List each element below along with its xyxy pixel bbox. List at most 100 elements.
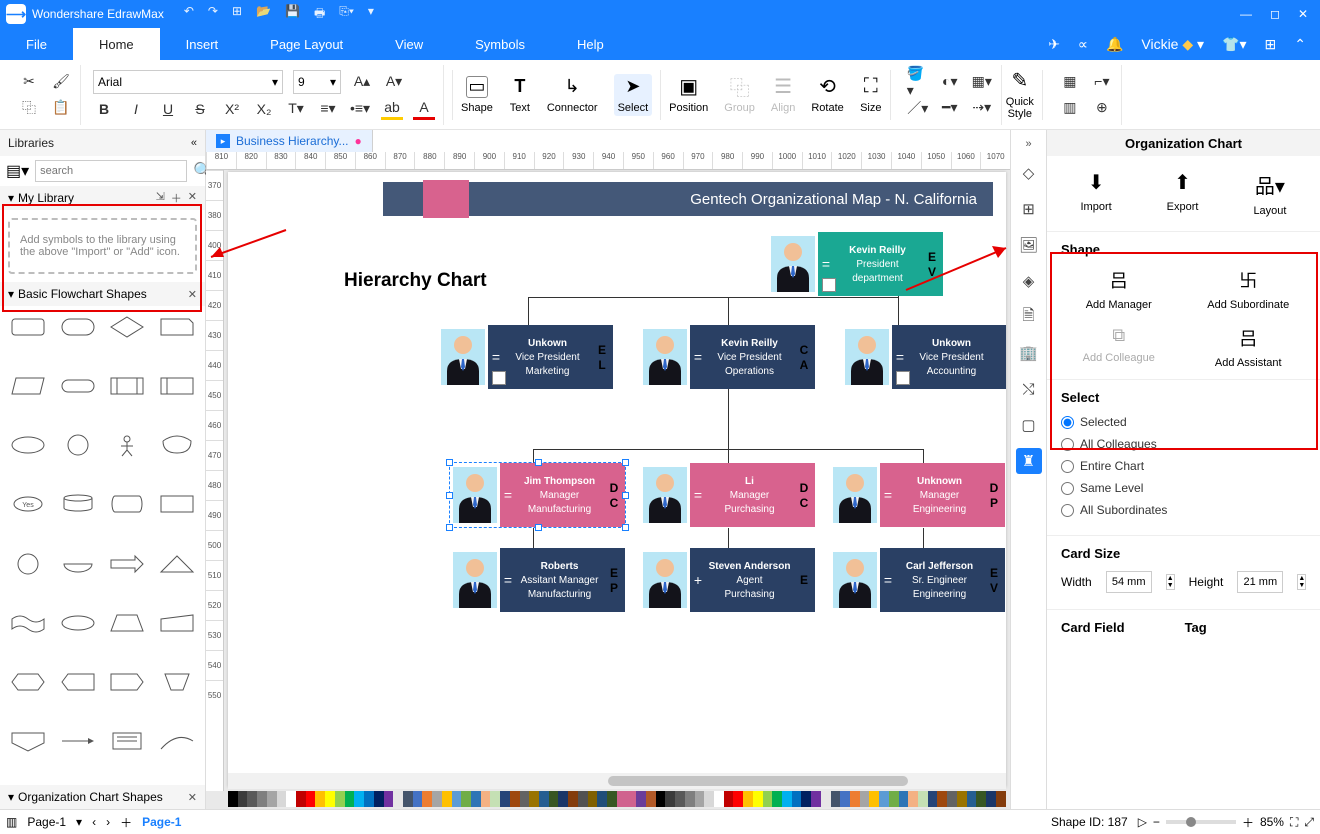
align-button[interactable]: ☰Align (771, 76, 795, 114)
basic-shapes-header[interactable]: ▾ Basic Flowchart Shapes✕ (0, 282, 205, 306)
color-swatch[interactable] (539, 791, 549, 807)
arrow-style-icon[interactable]: ⇢▾ (971, 97, 993, 119)
shape-cyl2[interactable] (106, 489, 150, 519)
line-style-icon[interactable]: ━▾ (939, 97, 961, 119)
card-sr-engineer[interactable]: = Carl JeffersonSr. EngineerEngineering … (830, 548, 1005, 612)
color-swatch[interactable] (918, 791, 928, 807)
shape-tool[interactable]: ▭Shape (461, 76, 493, 114)
tab-file[interactable]: File (0, 28, 73, 60)
shape-line[interactable] (56, 726, 100, 756)
line-icon[interactable]: ／▾ (907, 97, 929, 119)
color-swatch[interactable] (928, 791, 938, 807)
color-swatch[interactable] (753, 791, 763, 807)
tab-view[interactable]: View (369, 28, 449, 60)
color-swatch[interactable] (393, 791, 403, 807)
fullscreen-icon[interactable]: ⤢ (1304, 815, 1314, 830)
color-swatch[interactable] (384, 791, 394, 807)
save-icon[interactable]: 💾 (285, 4, 300, 25)
add-page[interactable]: ＋ (120, 814, 132, 831)
color-swatch[interactable] (636, 791, 646, 807)
color-swatch[interactable] (957, 791, 967, 807)
color-swatch[interactable] (840, 791, 850, 807)
width-input[interactable] (1106, 571, 1152, 593)
tab-insert[interactable]: Insert (160, 28, 245, 60)
shape-cyl[interactable] (56, 489, 100, 519)
collapse-ribbon-icon[interactable]: ⌃ (1294, 36, 1306, 53)
color-swatch[interactable] (947, 791, 957, 807)
superscript-icon[interactable]: X² (221, 98, 243, 120)
color-swatch[interactable] (646, 791, 656, 807)
document-tab[interactable]: ▸ Business Hierarchy... ● (206, 130, 373, 152)
paste-icon[interactable]: 📋 (50, 97, 72, 119)
apps-icon[interactable]: ⊞ (1265, 36, 1277, 53)
card-mgr-purchasing[interactable]: = LiManagerPurchasing DC (640, 463, 815, 527)
color-swatch[interactable] (597, 791, 607, 807)
color-swatch[interactable] (471, 791, 481, 807)
canvas-paper[interactable]: Gentech Organizational Map - N. Californ… (228, 172, 1006, 787)
close-lib-icon[interactable]: ✕ (188, 190, 197, 206)
page-tab[interactable]: Page-1 (142, 815, 181, 829)
color-swatch[interactable] (568, 791, 578, 807)
close-icon[interactable]: ✕ (1298, 7, 1308, 21)
color-swatch[interactable] (801, 791, 811, 807)
color-swatch[interactable] (685, 791, 695, 807)
color-swatch[interactable] (325, 791, 335, 807)
zoom-out[interactable]: − (1153, 815, 1160, 829)
color-swatch[interactable] (413, 791, 423, 807)
color-palette[interactable] (228, 791, 1006, 807)
color-swatch[interactable] (986, 791, 996, 807)
export-button[interactable]: ⬆Export (1167, 170, 1199, 217)
color-swatch[interactable] (967, 791, 977, 807)
radio-all-colleagues[interactable]: All Colleagues (1061, 437, 1306, 451)
special3-icon[interactable]: ▥ (1059, 97, 1081, 119)
my-library-header[interactable]: ▾ My Library ⇲＋✕ (0, 186, 205, 210)
quick-style-button[interactable]: ✎Quick Style (1006, 70, 1034, 120)
color-swatch[interactable] (695, 791, 705, 807)
import-lib-icon[interactable]: ⇲ (156, 190, 165, 206)
card-agent-purchasing[interactable]: + Steven AndersonAgentPurchasing E (640, 548, 815, 612)
shape-yes[interactable]: Yes (6, 489, 50, 519)
shape-hex[interactable] (6, 667, 50, 697)
spacing-icon[interactable]: ≡▾ (317, 98, 339, 120)
lib-search-input[interactable] (35, 160, 187, 182)
zoom-slider[interactable] (1166, 820, 1236, 824)
card-mgr-engineering[interactable]: = UnknownManagerEngineering DP (830, 463, 1005, 527)
radio-entire-chart[interactable]: Entire Chart (1061, 459, 1306, 473)
lib-menu-icon[interactable]: ▤▾ (6, 161, 29, 181)
radio-all-subordinates[interactable]: All Subordinates (1061, 503, 1306, 517)
rail-building-icon[interactable]: 🏢 (1016, 340, 1042, 366)
shape-pill[interactable] (56, 371, 100, 401)
rotate-button[interactable]: ⟲Rotate (811, 76, 843, 114)
group-button[interactable]: ⿻Group (724, 76, 755, 114)
size-button[interactable]: ⛶Size (860, 76, 882, 114)
org-shapes-header[interactable]: ▾ Organization Chart Shapes✕ (0, 785, 205, 809)
rail-orgchart-icon[interactable]: ♜ (1016, 448, 1042, 474)
case-icon[interactable]: T▾ (285, 98, 307, 120)
print-icon[interactable]: 🖶 (314, 4, 325, 25)
increase-font-icon[interactable]: A▴ (351, 71, 373, 93)
color-swatch[interactable] (461, 791, 471, 807)
font-color-icon[interactable]: A (413, 98, 435, 120)
color-swatch[interactable] (879, 791, 889, 807)
theme-icon[interactable]: ▦▾ (971, 71, 993, 93)
layout-button[interactable]: 品▾Layout (1253, 170, 1286, 217)
shape-circle2[interactable] (6, 549, 50, 579)
shape-trap2[interactable] (106, 608, 150, 638)
color-swatch[interactable] (714, 791, 724, 807)
special2-icon[interactable]: ⌐▾ (1091, 71, 1113, 93)
import-button[interactable]: ⬇Import (1080, 170, 1111, 217)
decrease-font-icon[interactable]: A▾ (383, 71, 405, 93)
shape-proc[interactable] (106, 371, 150, 401)
color-swatch[interactable] (500, 791, 510, 807)
color-swatch[interactable] (481, 791, 491, 807)
color-swatch[interactable] (617, 791, 627, 807)
color-swatch[interactable] (937, 791, 947, 807)
shape-ellipse[interactable] (6, 430, 50, 460)
radio-selected[interactable]: Selected (1061, 415, 1306, 429)
color-swatch[interactable] (792, 791, 802, 807)
card-vp-accounting[interactable]: = UnkownVice PresidentAccounting (842, 325, 1006, 389)
strike-button[interactable]: S (189, 98, 211, 120)
rail-page-icon[interactable]: 🗎 (1016, 304, 1042, 330)
color-swatch[interactable] (452, 791, 462, 807)
shape-blob[interactable] (155, 430, 199, 460)
